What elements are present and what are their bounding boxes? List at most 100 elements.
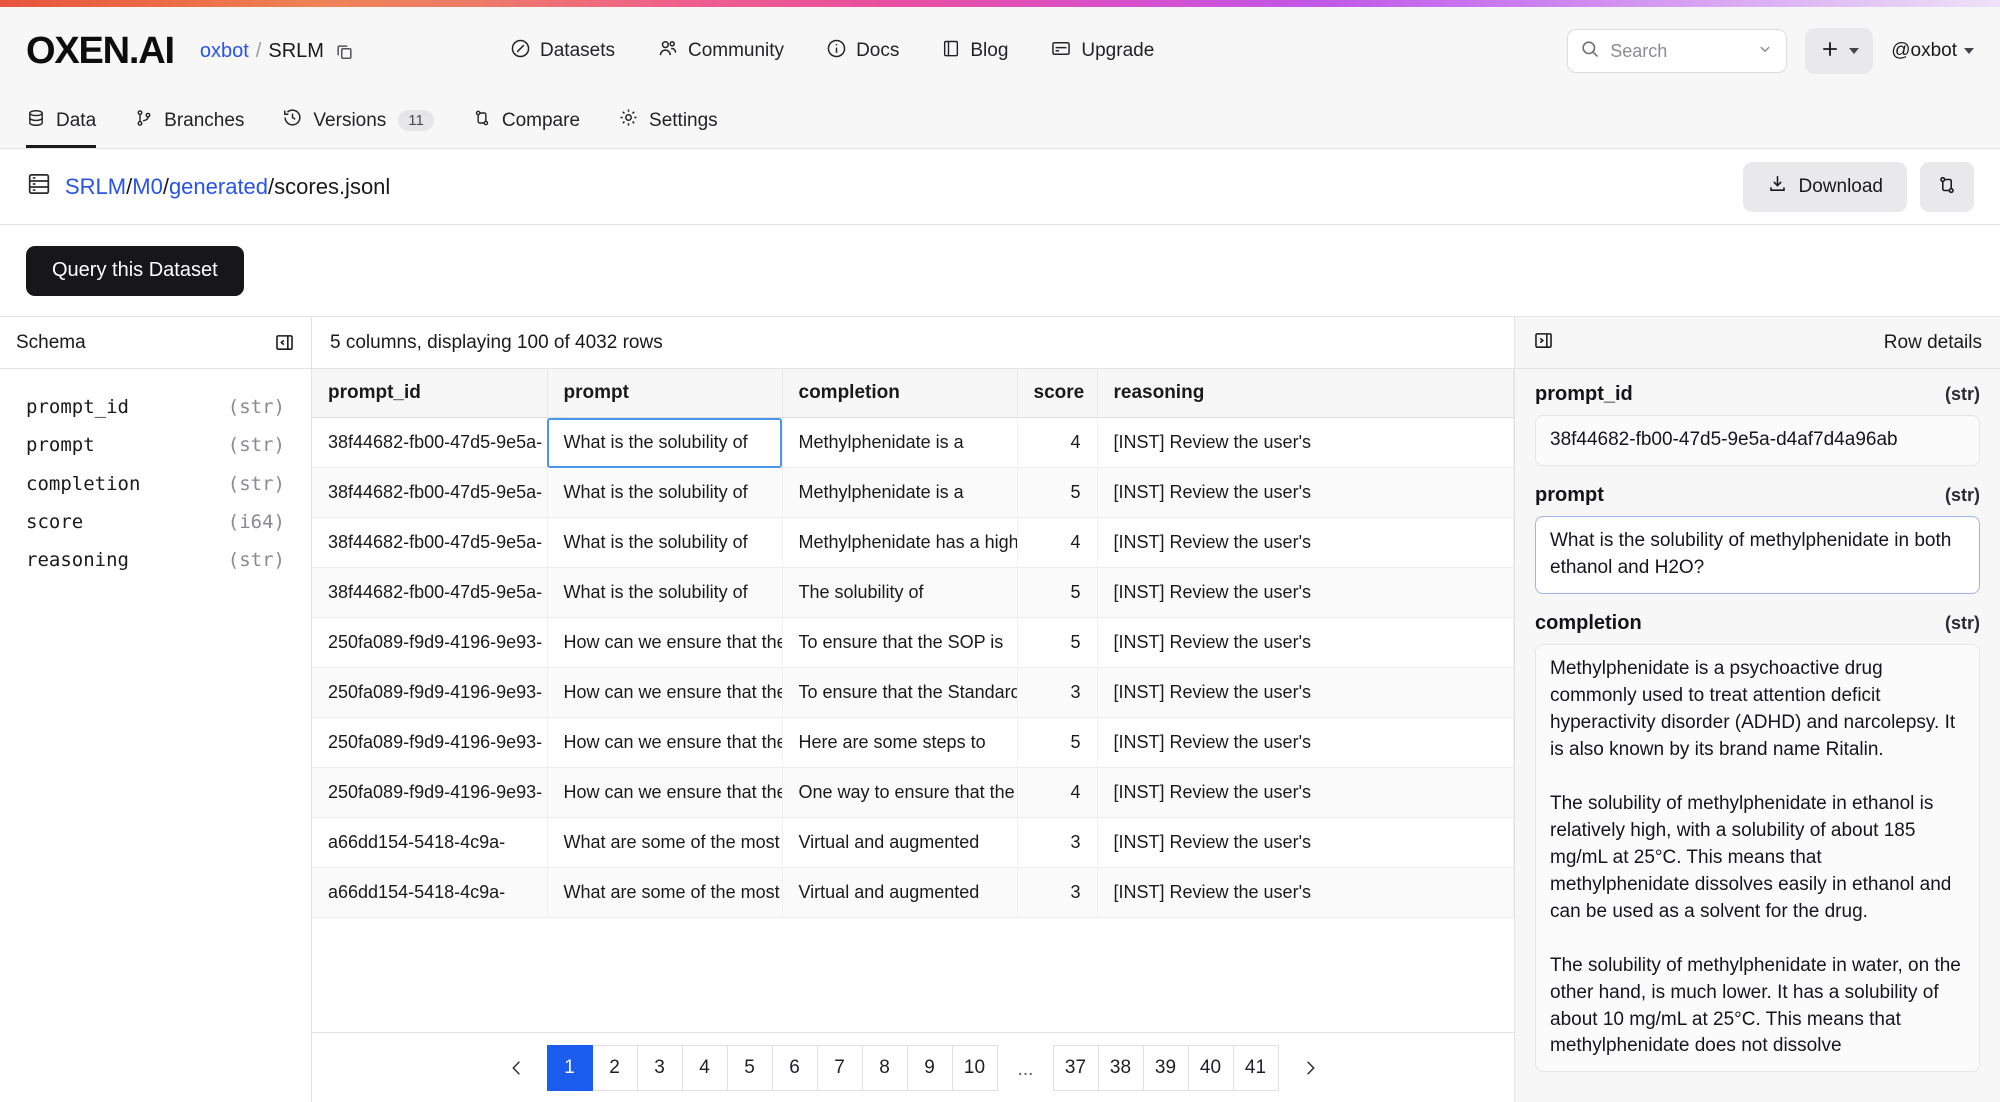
cell-score[interactable]: 5 [1017, 467, 1098, 518]
cell-completion[interactable]: Virtual and augmented [782, 817, 1018, 868]
cell-prompt[interactable]: What are some of the most [547, 867, 783, 918]
cell-score[interactable]: 4 [1017, 517, 1098, 568]
table-row[interactable]: 250fa089-f9d9-4196-9e93- How can we ensu… [312, 717, 1514, 768]
cell-completion[interactable]: Methylphenidate is a [782, 417, 1018, 468]
cell-score[interactable]: 4 [1017, 767, 1098, 818]
pagination-page[interactable]: 9 [906, 1044, 953, 1091]
cell-reasoning[interactable]: [INST] Review the user's [1097, 517, 1514, 568]
panel-collapse-right-icon[interactable] [1533, 330, 1554, 356]
nav-docs[interactable]: Docs [826, 38, 899, 65]
cell-score[interactable]: 5 [1017, 617, 1098, 668]
nav-upgrade[interactable]: Upgrade [1050, 38, 1154, 65]
pagination-prev[interactable] [494, 1045, 540, 1091]
cell-prompt-id[interactable]: 38f44682-fb00-47d5-9e5a- [312, 417, 548, 468]
cell-prompt[interactable]: What is the solubility of [547, 417, 783, 468]
column-header-prompt[interactable]: prompt [547, 369, 783, 418]
chevron-down-icon[interactable] [1756, 40, 1774, 63]
cell-prompt[interactable]: What is the solubility of [547, 467, 783, 518]
cell-completion[interactable]: To ensure that the SOP is [782, 617, 1018, 668]
path-segment-m0[interactable]: M0 [132, 174, 163, 199]
add-button[interactable] [1805, 28, 1874, 74]
pagination-page[interactable]: 10 [951, 1044, 998, 1091]
pagination-page[interactable]: 39 [1142, 1044, 1189, 1091]
cell-prompt-id[interactable]: 250fa089-f9d9-4196-9e93- [312, 717, 548, 768]
cell-prompt-id[interactable]: 38f44682-fb00-47d5-9e5a- [312, 467, 548, 518]
cell-score[interactable]: 5 [1017, 567, 1098, 618]
table-row[interactable]: 38f44682-fb00-47d5-9e5a- What is the sol… [312, 567, 1514, 618]
tab-branches[interactable]: Branches [134, 108, 244, 148]
breadcrumb-owner[interactable]: oxbot [200, 40, 249, 63]
cell-reasoning[interactable]: [INST] Review the user's [1097, 817, 1514, 868]
cell-score[interactable]: 5 [1017, 717, 1098, 768]
pagination-page[interactable]: 38 [1097, 1044, 1144, 1091]
tab-versions[interactable]: Versions 11 [282, 107, 434, 148]
pagination-page[interactable]: 37 [1052, 1044, 1099, 1091]
cell-completion[interactable]: One way to ensure that the [782, 767, 1018, 818]
column-header-score[interactable]: score [1017, 369, 1098, 418]
cell-prompt-id[interactable]: a66dd154-5418-4c9a- [312, 817, 548, 868]
detail-field-value[interactable]: What is the solubility of methylphenidat… [1535, 515, 1980, 594]
copy-icon[interactable] [335, 42, 354, 61]
cell-prompt-id[interactable]: a66dd154-5418-4c9a- [312, 867, 548, 918]
pagination-page[interactable]: 4 [681, 1044, 728, 1091]
cell-prompt[interactable]: How can we ensure that the [547, 667, 783, 718]
table-row[interactable]: 250fa089-f9d9-4196-9e93- How can we ensu… [312, 667, 1514, 718]
pagination-page[interactable]: 8 [861, 1044, 908, 1091]
tab-settings[interactable]: Settings [618, 107, 718, 148]
cell-reasoning[interactable]: [INST] Review the user's [1097, 467, 1514, 518]
pagination-page[interactable]: 40 [1187, 1044, 1234, 1091]
cell-score[interactable]: 3 [1017, 867, 1098, 918]
nav-blog[interactable]: Blog [941, 38, 1008, 65]
cell-prompt[interactable]: How can we ensure that the [547, 617, 783, 668]
cell-prompt-id[interactable]: 250fa089-f9d9-4196-9e93- [312, 667, 548, 718]
branch-compare-button[interactable] [1920, 161, 1974, 212]
cell-prompt[interactable]: What is the solubility of [547, 517, 783, 568]
pagination-page[interactable]: 41 [1232, 1044, 1279, 1091]
tab-data[interactable]: Data [26, 108, 97, 148]
nav-community[interactable]: Community [657, 38, 784, 65]
cell-prompt[interactable]: What are some of the most [547, 817, 783, 868]
cell-prompt-id[interactable]: 38f44682-fb00-47d5-9e5a- [312, 567, 548, 618]
cell-completion[interactable]: Methylphenidate is a [782, 467, 1018, 518]
cell-reasoning[interactable]: [INST] Review the user's [1097, 667, 1514, 718]
pagination-page[interactable]: 3 [636, 1044, 683, 1091]
pagination-page[interactable]: 5 [726, 1044, 773, 1091]
cell-prompt-id[interactable]: 38f44682-fb00-47d5-9e5a- [312, 517, 548, 568]
oxen-logo[interactable]: OXEN.AI [26, 30, 175, 73]
tab-compare[interactable]: Compare [472, 108, 580, 148]
table-row[interactable]: 38f44682-fb00-47d5-9e5a- What is the sol… [312, 467, 1514, 518]
table-row[interactable]: 38f44682-fb00-47d5-9e5a- What is the sol… [312, 417, 1514, 468]
cell-prompt[interactable]: What is the solubility of [547, 567, 783, 618]
path-segment-generated[interactable]: generated [169, 174, 268, 199]
data-grid-scroll[interactable]: prompt_id prompt completion score reason… [312, 369, 1514, 1032]
cell-reasoning[interactable]: [INST] Review the user's [1097, 617, 1514, 668]
cell-score[interactable]: 3 [1017, 817, 1098, 868]
detail-field-value[interactable]: 38f44682-fb00-47d5-9e5a-d4af7d4a96ab [1535, 415, 1980, 466]
cell-prompt[interactable]: How can we ensure that the [547, 717, 783, 768]
column-header-reasoning[interactable]: reasoning [1097, 369, 1514, 418]
path-segment-srlm[interactable]: SRLM [65, 174, 126, 199]
pagination-page[interactable]: 2 [591, 1044, 638, 1091]
pagination-page[interactable]: 1 [546, 1044, 593, 1091]
table-row[interactable]: 38f44682-fb00-47d5-9e5a- What is the sol… [312, 517, 1514, 568]
column-header-completion[interactable]: completion [782, 369, 1018, 418]
cell-prompt-id[interactable]: 250fa089-f9d9-4196-9e93- [312, 617, 548, 668]
user-menu[interactable]: @oxbot [1891, 40, 1974, 62]
cell-completion[interactable]: The solubility of [782, 567, 1018, 618]
schema-field[interactable]: prompt_id (str) [26, 391, 285, 423]
cell-completion[interactable]: Virtual and augmented [782, 867, 1018, 918]
cell-completion[interactable]: Methylphenidate has a high [782, 517, 1018, 568]
cell-reasoning[interactable]: [INST] Review the user's [1097, 867, 1514, 918]
cell-reasoning[interactable]: [INST] Review the user's [1097, 767, 1514, 818]
cell-score[interactable]: 3 [1017, 667, 1098, 718]
detail-field-value[interactable]: Methylphenidate is a psychoactive drug c… [1535, 643, 1980, 1073]
cell-reasoning[interactable]: [INST] Review the user's [1097, 567, 1514, 618]
schema-field[interactable]: reasoning (str) [26, 544, 285, 576]
cell-prompt[interactable]: How can we ensure that the [547, 767, 783, 818]
breadcrumb-repo[interactable]: SRLM [268, 40, 324, 63]
table-row[interactable]: 250fa089-f9d9-4196-9e93- How can we ensu… [312, 617, 1514, 668]
column-header-prompt-id[interactable]: prompt_id [312, 369, 548, 418]
table-row[interactable]: a66dd154-5418-4c9a- What are some of the… [312, 817, 1514, 868]
nav-datasets[interactable]: Datasets [510, 38, 615, 65]
schema-field[interactable]: score (i64) [26, 506, 285, 538]
